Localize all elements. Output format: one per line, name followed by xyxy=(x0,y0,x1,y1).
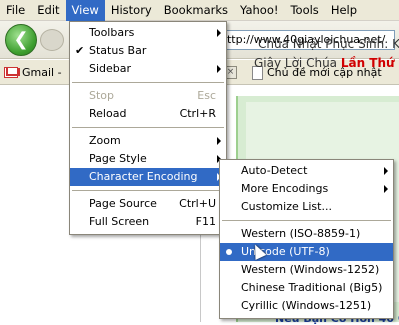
menu-item-full-screen-label: Full Screen xyxy=(89,215,150,228)
menu-item-sidebar-label: Sidebar xyxy=(89,62,132,75)
menu-view[interactable]: View xyxy=(65,0,105,21)
radio-selected-icon xyxy=(226,249,232,255)
menu-item-page-style[interactable]: Page Style xyxy=(70,150,226,168)
menu-file[interactable]: File xyxy=(0,0,31,21)
headline-line-2-red: Lần Thứ xyxy=(340,56,395,70)
headline-line-1[interactable]: Chúa Nhật Phục Sinh: Kỹ xyxy=(258,37,399,51)
headline-line-2[interactable]: Giây Lời Chúa Lần Thứ xyxy=(254,56,395,70)
menu-edit[interactable]: Edit xyxy=(31,0,65,21)
menu-item-customize-list[interactable]: Customize List... xyxy=(220,198,393,216)
menu-bookmarks[interactable]: Bookmarks xyxy=(158,0,234,21)
menu-item-chinese-traditional[interactable]: Chinese Traditional (Big5) xyxy=(220,279,393,297)
menu-item-chinese-traditional-label: Chinese Traditional (Big5) xyxy=(241,281,383,294)
menu-item-stop-label: Stop xyxy=(89,89,115,102)
submenu-arrow-icon xyxy=(384,167,388,175)
menu-item-auto-detect[interactable]: Auto-Detect xyxy=(220,162,393,180)
menu-item-auto-detect-label: Auto-Detect xyxy=(241,164,308,177)
back-arrow-icon: ❮ xyxy=(13,29,29,50)
menu-item-zoom-label: Zoom xyxy=(89,134,121,147)
menu-item-page-source[interactable]: Page Source Ctrl+U xyxy=(70,195,226,213)
menu-item-more-encodings-label: More Encodings xyxy=(241,182,329,195)
back-button[interactable]: ❮ xyxy=(5,24,37,56)
menu-item-full-screen-shortcut: F11 xyxy=(195,215,216,228)
menu-item-page-style-label: Page Style xyxy=(89,152,147,165)
menubar: File Edit View History Bookmarks Yahoo! … xyxy=(0,0,399,21)
menu-separator xyxy=(72,190,224,191)
headline-line-2-prefix: Giây Lời Chúa xyxy=(254,56,341,70)
menu-item-stop-shortcut: Esc xyxy=(197,89,216,102)
menu-item-western-iso[interactable]: Western (ISO-8859-1) xyxy=(220,225,393,243)
menu-help[interactable]: Help xyxy=(325,0,363,21)
menu-item-page-source-label: Page Source xyxy=(89,197,157,210)
menu-item-sidebar[interactable]: Sidebar xyxy=(70,60,226,78)
menu-item-zoom[interactable]: Zoom xyxy=(70,132,226,150)
menu-history[interactable]: History xyxy=(105,0,158,21)
menu-item-character-encoding[interactable]: Character Encoding xyxy=(70,168,226,186)
menu-item-unicode-utf8[interactable]: Unicode (UTF-8) xyxy=(220,243,393,261)
menu-item-toolbars[interactable]: Toolbars xyxy=(70,24,226,42)
menu-item-full-screen[interactable]: Full Screen F11 xyxy=(70,213,226,231)
menu-separator xyxy=(72,82,224,83)
encoding-submenu: Auto-Detect More Encodings Customize Lis… xyxy=(219,159,394,319)
menu-item-customize-list-label: Customize List... xyxy=(241,200,332,213)
menu-tools[interactable]: Tools xyxy=(284,0,324,21)
bookmark-gmail[interactable]: Gmail - xyxy=(4,64,62,81)
submenu-arrow-icon xyxy=(217,29,221,37)
checkmark-icon: ✔ xyxy=(75,44,85,57)
menu-yahoo[interactable]: Yahoo! xyxy=(234,0,284,21)
menu-item-page-source-shortcut: Ctrl+U xyxy=(179,197,216,210)
view-menu: Toolbars ✔ Status Bar Sidebar Stop Esc R… xyxy=(69,21,227,235)
menu-item-character-encoding-label: Character Encoding xyxy=(89,170,198,183)
menu-item-western-windows[interactable]: Western (Windows-1252) xyxy=(220,261,393,279)
menu-item-stop[interactable]: Stop Esc xyxy=(70,87,226,105)
forward-button[interactable] xyxy=(40,29,64,51)
menu-item-reload-shortcut: Ctrl+R xyxy=(179,107,216,120)
menu-item-reload-label: Reload xyxy=(89,107,127,120)
menu-item-status-bar[interactable]: ✔ Status Bar xyxy=(70,42,226,60)
bookmark-gmail-label: Gmail - xyxy=(22,66,62,79)
menu-item-reload[interactable]: Reload Ctrl+R xyxy=(70,105,226,123)
menu-item-cyrillic-label: Cyrillic (Windows-1251) xyxy=(241,299,372,312)
gmail-icon xyxy=(4,67,18,78)
submenu-arrow-icon xyxy=(384,185,388,193)
menu-item-toolbars-label: Toolbars xyxy=(89,26,135,39)
menu-item-cyrillic[interactable]: Cyrillic (Windows-1251) xyxy=(220,297,393,315)
menu-item-more-encodings[interactable]: More Encodings xyxy=(220,180,393,198)
submenu-arrow-icon xyxy=(217,137,221,145)
menu-separator xyxy=(222,220,391,221)
menu-item-western-iso-label: Western (ISO-8859-1) xyxy=(241,227,361,240)
submenu-arrow-icon xyxy=(217,65,221,73)
menu-item-status-bar-label: Status Bar xyxy=(89,44,147,57)
menu-separator xyxy=(72,127,224,128)
menu-item-western-windows-label: Western (Windows-1252) xyxy=(241,263,380,276)
